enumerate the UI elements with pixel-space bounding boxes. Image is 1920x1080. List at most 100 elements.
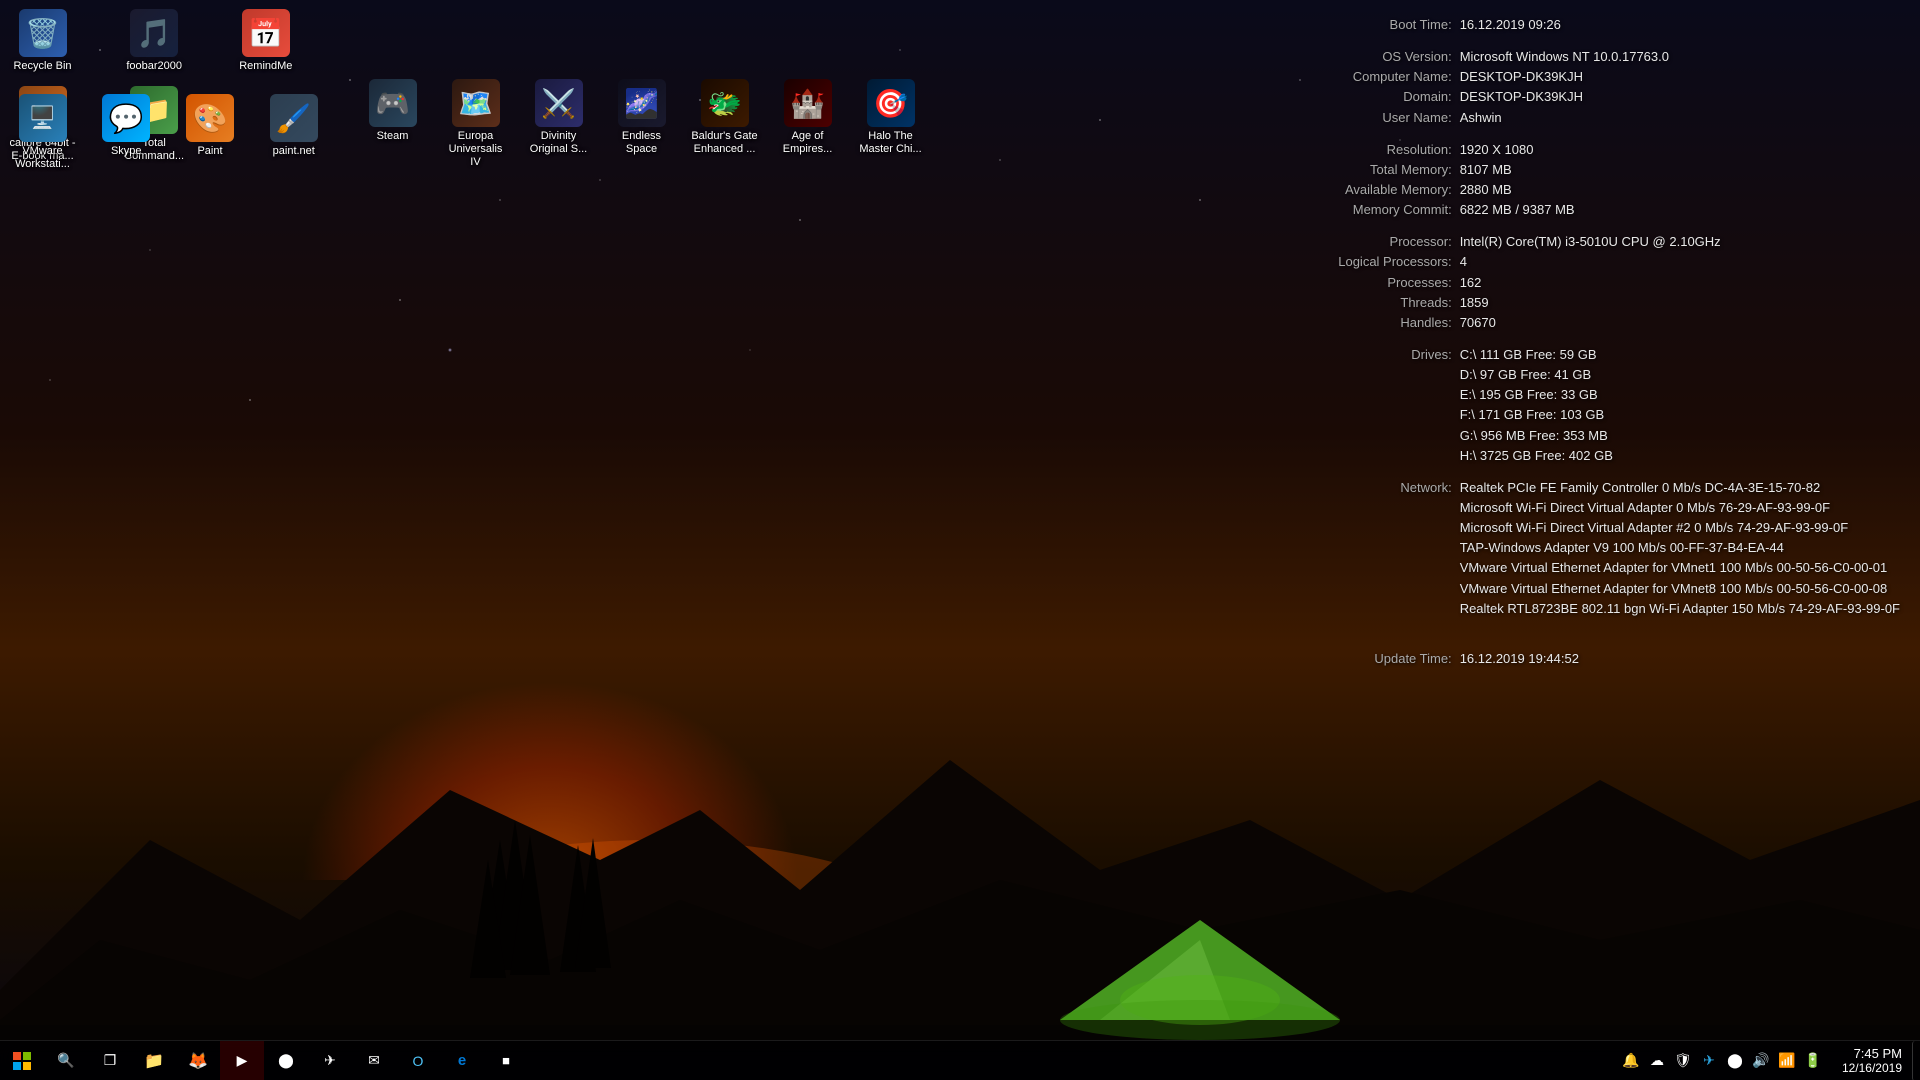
icon-vmware[interactable]: 🖥️ VMware Workstati... [5, 90, 80, 175]
tray-battery-icon[interactable]: 🔋 [1802, 1050, 1824, 1072]
tray-telegram-icon[interactable]: ✈ [1698, 1050, 1720, 1072]
vmware-icon: 🖥️ [19, 94, 67, 142]
icon-steam[interactable]: 🎮 Steam [355, 75, 430, 174]
boot-time-value: 16.12.2019 09:26 [1460, 15, 1561, 35]
tray-wifi-icon[interactable]: 📶 [1776, 1050, 1798, 1072]
halo-label: Halo The Master Chi... [857, 130, 924, 156]
icon-foobar[interactable]: 🎵 foobar2000 [117, 5, 192, 77]
divinity-label: Divinity Original S... [525, 130, 592, 156]
paintnet-icon: 🖌️ [270, 94, 318, 142]
paintnet-label: paint.net [273, 145, 315, 158]
drive-f: F:\ 171 GB Free: 103 GB [1460, 405, 1613, 425]
task-view-button[interactable]: ❐ [88, 1041, 132, 1080]
europa-icon: 🗺️ [452, 79, 500, 127]
logical-processors-label: Logical Processors: [1302, 252, 1452, 272]
net-2: Microsoft Wi-Fi Direct Virtual Adapter 0… [1460, 498, 1900, 518]
computer-name-value: DESKTOP-DK39KJH [1460, 67, 1583, 87]
icon-halo[interactable]: 🎯 Halo The Master Chi... [853, 75, 928, 174]
endless-space-icon: 🌌 [618, 79, 666, 127]
icon-remindme[interactable]: 📅 RemindMe [228, 5, 303, 77]
available-memory-value: 2880 MB [1460, 180, 1512, 200]
clock-time-display: 7:45 PM [1854, 1046, 1902, 1061]
system-info-panel: Boot Time: 16.12.2019 09:26 OS Version: … [1302, 15, 1900, 669]
search-button[interactable]: 🔍 [44, 1041, 88, 1080]
resolution-label: Resolution: [1302, 140, 1452, 160]
tray-security-icon[interactable]: 🛡 [1672, 1050, 1694, 1072]
icon-baldur[interactable]: 🐲 Baldur's Gate Enhanced ... [687, 75, 762, 174]
halo-icon: 🎯 [867, 79, 915, 127]
processor-label: Processor: [1302, 232, 1452, 252]
cortana-button[interactable]: ⬤ [264, 1041, 308, 1080]
net-3: Microsoft Wi-Fi Direct Virtual Adapter #… [1460, 518, 1900, 538]
net-6: VMware Virtual Ethernet Adapter for VMne… [1460, 579, 1900, 599]
foobar-icon: 🎵 [130, 9, 178, 57]
threads-value: 1859 [1460, 293, 1489, 313]
icon-divinity[interactable]: ⚔️ Divinity Original S... [521, 75, 596, 174]
mountain-silhouette [0, 640, 1920, 1040]
threads-label: Threads: [1302, 293, 1452, 313]
total-memory-label: Total Memory: [1302, 160, 1452, 180]
remindme-label: RemindMe [239, 60, 292, 73]
tray-network-icon[interactable]: 🔔 [1620, 1050, 1642, 1072]
browser-button[interactable]: O [396, 1041, 440, 1080]
age-label: Age of Empires... [774, 130, 841, 156]
media-player-button[interactable]: ▶ [220, 1041, 264, 1080]
os-version-value: Microsoft Windows NT 10.0.17763.0 [1460, 47, 1669, 67]
processes-label: Processes: [1302, 273, 1452, 293]
computer-name-label: Computer Name: [1302, 67, 1452, 87]
handles-label: Handles: [1302, 313, 1452, 333]
divinity-icon: ⚔️ [535, 79, 583, 127]
drive-h: H:\ 3725 GB Free: 402 GB [1460, 446, 1613, 466]
memory-commit-label: Memory Commit: [1302, 200, 1452, 220]
icon-age-of-empires[interactable]: 🏰 Age of Empires... [770, 75, 845, 174]
firefox-button[interactable]: 🦊 [176, 1041, 220, 1080]
update-time-label: Update Time: [1302, 649, 1452, 669]
domain-label: Domain: [1302, 87, 1452, 107]
total-memory-value: 8107 MB [1460, 160, 1512, 180]
clock-date-display: 12/16/2019 [1842, 1061, 1902, 1075]
file-explorer-button[interactable]: 📁 [132, 1041, 176, 1080]
telegram-button[interactable]: ✈ [308, 1041, 352, 1080]
foobar-label: foobar2000 [126, 60, 182, 73]
system-clock[interactable]: 7:45 PM 12/16/2019 [1832, 1041, 1912, 1080]
paint-icon: 🎨 [186, 94, 234, 142]
steam-label: Steam [377, 130, 409, 143]
desktop: 🗑️ Recycle Bin 📚 calibre 64bit - E-book … [0, 0, 1920, 1080]
endless-space-label: Endless Space [608, 130, 675, 156]
tray-extra-icon[interactable]: ⬤ [1724, 1050, 1746, 1072]
system-tray: 🔔 ☁ 🛡 ✈ ⬤ 🔊 📶 🔋 [1612, 1041, 1832, 1080]
icon-endless-space[interactable]: 🌌 Endless Space [604, 75, 679, 174]
extra-button[interactable]: ■ [484, 1041, 528, 1080]
processor-value: Intel(R) Core(TM) i3-5010U CPU @ 2.10GHz [1460, 232, 1721, 252]
tray-onedrive-icon[interactable]: ☁ [1646, 1050, 1668, 1072]
age-icon: 🏰 [784, 79, 832, 127]
remindme-icon: 📅 [242, 9, 290, 57]
boot-time-label: Boot Time: [1302, 15, 1452, 35]
edge-button[interactable]: e [440, 1041, 484, 1080]
icon-paint[interactable]: 🎨 Paint [173, 90, 248, 162]
show-desktop-button[interactable] [1912, 1041, 1920, 1080]
logical-processors-value: 4 [1460, 252, 1467, 272]
baldur-icon: 🐲 [701, 79, 749, 127]
tray-volume-icon[interactable]: 🔊 [1750, 1050, 1772, 1072]
handles-value: 70670 [1460, 313, 1496, 333]
os-version-label: OS Version: [1302, 47, 1452, 67]
icon-paintnet[interactable]: 🖌️ paint.net [256, 90, 331, 162]
net-7: Realtek RTL8723BE 802.11 bgn Wi-Fi Adapt… [1460, 599, 1900, 619]
mail-button[interactable]: ✉ [352, 1041, 396, 1080]
steam-icon: 🎮 [369, 79, 417, 127]
recycle-bin-label: Recycle Bin [13, 60, 71, 73]
taskbar: 🔍 ❐ 📁 🦊 ▶ ⬤ ✈ ✉ O e ■ 🔔 ☁ 🛡 ✈ ⬤ 🔊 📶 🔋 7:… [0, 1040, 1920, 1080]
drive-c: C:\ 111 GB Free: 59 GB [1460, 345, 1613, 365]
drives-label: Drives: [1302, 345, 1452, 466]
network-label: Network: [1302, 478, 1452, 619]
drive-d: D:\ 97 GB Free: 41 GB [1460, 365, 1613, 385]
icon-skype[interactable]: 💬 Skype [89, 90, 164, 162]
icon-europa[interactable]: 🗺️ Europa Universalis IV [438, 75, 513, 174]
start-button[interactable] [0, 1041, 44, 1080]
game-icons-row: 🎮 Steam 🗺️ Europa Universalis IV ⚔️ Divi… [355, 75, 928, 174]
domain-value: DESKTOP-DK39KJH [1460, 87, 1583, 107]
update-time-value: 16.12.2019 19:44:52 [1460, 649, 1579, 669]
icon-recycle-bin[interactable]: 🗑️ Recycle Bin [5, 5, 80, 77]
skype-icon: 💬 [102, 94, 150, 142]
